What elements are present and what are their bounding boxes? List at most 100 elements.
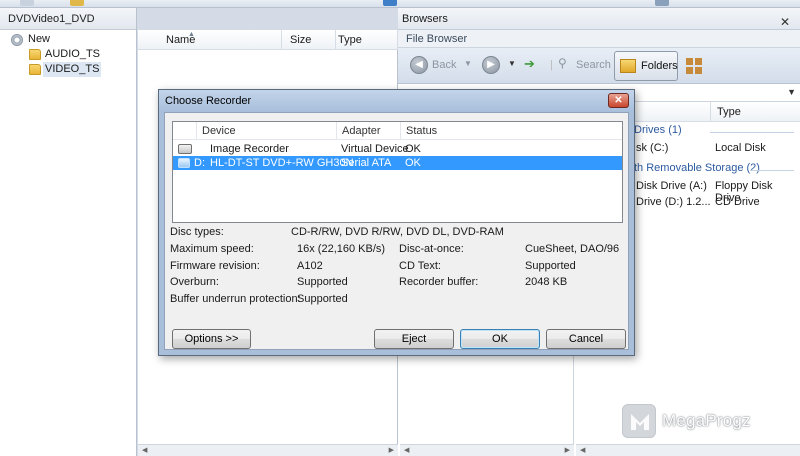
search-button[interactable]: Search [576,59,611,71]
back-dropdown-icon[interactable]: ▼ [464,59,472,68]
group-drives[interactable]: Drives (1) [634,124,682,136]
info-value: Supported [297,276,348,288]
forward-dropdown-icon[interactable]: ▼ [508,59,516,68]
printer-icon [178,144,192,154]
ok-button[interactable]: OK [460,329,540,349]
settings-icon[interactable] [655,0,669,6]
scroll-right-icon[interactable]: ▶ [565,445,570,456]
group-divider [710,132,794,133]
device-name: Image Recorder [210,143,289,155]
project-pane: DVDVideo1_DVD New AUDIO_TS VIDEO_TS [0,8,137,456]
up-folder-icon[interactable]: ➔ [524,56,535,72]
column-header-size[interactable]: Size [282,30,336,50]
info-label: Disc types: [170,226,224,238]
watermark-text: MegaProgz [662,411,751,430]
tree-item-audio-ts[interactable]: AUDIO_TS [0,47,136,62]
info-value: Supported [525,260,576,272]
tab-file-browser[interactable]: File Browser [406,33,467,45]
scroll-left-icon[interactable]: ◀ [142,445,147,456]
folders-button[interactable]: Folders [614,51,678,81]
info-value: Supported [297,293,348,305]
info-label: Overburn: [170,276,219,288]
choose-recorder-dialog: Choose Recorder ✕ Device Adapter Status … [158,89,635,356]
device-status: OK [405,157,421,169]
dialog-title-bar[interactable]: Choose Recorder ✕ [159,90,634,112]
info-value: 2048 KB [525,276,568,288]
scroll-left-icon[interactable]: ◀ [404,445,409,456]
column-header-type[interactable]: Type [336,30,398,50]
dvd-drive-icon [178,158,190,168]
separator: | [550,59,553,71]
chevron-down-icon[interactable]: ▼ [787,87,796,97]
dialog-title: Choose Recorder [165,95,252,107]
tree-item-new[interactable]: New [0,32,136,47]
tree-label: VIDEO_TS [43,62,102,77]
device-status: OK [405,143,421,155]
recorder-row[interactable]: Image Recorder Virtual Device OK [173,142,622,156]
forward-icon[interactable]: ▶ [482,56,500,74]
tree-label: AUDIO_TS [45,48,101,60]
info-label: Buffer underrun protection: [170,293,301,305]
browsers-header: Browsers ✕ [398,8,800,30]
recorder-row-selected[interactable]: D: HL-DT-ST DVD+-RW GH30N Serial ATA OK [173,156,622,170]
back-icon[interactable]: ◀ [410,56,428,74]
device-adapter: Virtual Device [341,143,409,155]
column-label: Size [290,34,312,46]
info-value: CueSheet, DAO/96 [525,243,620,255]
column-header-device[interactable]: Device [197,122,337,140]
megaprogz-logo-icon [622,404,656,438]
save-icon[interactable] [383,0,397,6]
list-item-type: Local Disk [715,142,766,154]
search-icon[interactable]: ⚲ [558,56,567,70]
info-label: Recorder buffer: [399,276,479,288]
column-header-name[interactable]: ▲ Name [138,30,282,50]
column-header-type[interactable]: Type [710,102,800,122]
column-header-icon [173,122,197,140]
info-label: Firmware revision: [170,260,260,272]
scroll-left-icon[interactable]: ◀ [580,445,585,456]
browsers-title: Browsers [402,13,448,25]
list-item-name[interactable]: sk (C:) [636,142,668,154]
close-button[interactable]: ✕ [608,93,629,108]
cancel-button[interactable]: Cancel [546,329,626,349]
browser-nav-bar: ◀ Back ▼ ▶ ▼ ➔ | ⚲ Search [398,48,800,84]
options-button[interactable]: Options >> [172,329,251,349]
list-item-type: CD Drive [715,196,760,208]
tree-label: New [28,33,51,45]
tree-item-video-ts[interactable]: VIDEO_TS [0,62,136,77]
horizontal-scrollbar[interactable]: ◀ ▶ [138,444,398,456]
back-button[interactable]: Back [432,59,456,71]
info-label: Maximum speed: [170,243,254,255]
recorder-list[interactable]: Device Adapter Status Image Recorder Vir… [172,121,623,223]
dialog-body: Device Adapter Status Image Recorder Vir… [164,112,629,350]
drive-letter: D: [194,157,205,169]
group-divider [750,170,794,171]
disc-icon [11,34,23,46]
device-name: HL-DT-ST DVD+-RW GH30N [210,157,354,169]
watermark: MegaProgz [622,404,792,438]
list-item-name[interactable]: Disk Drive (A:) [636,180,707,192]
eject-button[interactable]: Eject [374,329,454,349]
group-removable[interactable]: th Removable Storage (2) [634,162,760,174]
column-label: Type [717,106,741,118]
info-value: 16x (22,160 KB/s) [297,243,386,255]
column-label: Type [338,34,362,46]
project-tree: New AUDIO_TS VIDEO_TS [0,30,136,77]
views-icon[interactable] [686,58,702,74]
folders-label: Folders [641,60,678,72]
folder-icon[interactable] [70,0,84,6]
folder-icon [29,64,41,75]
column-label: Name [166,34,196,46]
column-header-adapter[interactable]: Adapter [337,122,401,140]
info-value: A102 [297,260,323,272]
horizontal-scrollbar[interactable]: ◀ [576,444,800,456]
column-header-status[interactable]: Status [401,122,622,140]
main-toolbar [0,0,800,8]
folders-icon [620,59,636,73]
list-item-name[interactable]: Drive (D:) 1.2... [636,196,711,208]
info-label: CD Text: [399,260,441,272]
scroll-right-icon[interactable]: ▶ [389,445,394,456]
browser-tabs: File Browser [398,30,800,48]
horizontal-scrollbar[interactable]: ◀ ▶ [400,444,574,456]
toolbar-icon[interactable] [20,0,34,6]
